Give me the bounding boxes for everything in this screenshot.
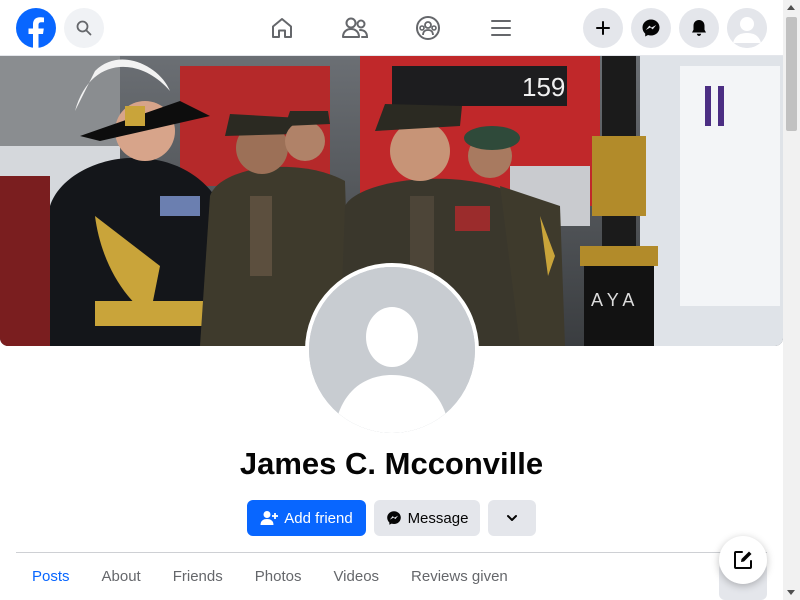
search-icon [76,20,92,36]
search-button[interactable] [64,8,104,48]
add-friend-label: Add friend [284,509,353,527]
message-button[interactable]: Message [374,500,480,536]
profile-name: James C. Mcconville [239,446,544,481]
create-button[interactable] [583,8,623,48]
lamp-post-letters: A Y A [591,290,634,310]
plus-icon [596,21,610,35]
tab-photos[interactable]: Photos [239,553,318,600]
scroll-up-arrow-icon[interactable] [787,5,795,10]
message-label: Message [407,509,469,527]
nav-menu[interactable] [485,12,517,44]
menu-icon [491,20,511,36]
page-scrollbar[interactable] [783,0,800,600]
profile-picture-image [309,267,475,433]
messenger-button[interactable] [631,8,671,48]
profile-page: 159 A Y A James C. Mcconville Add friend… [0,0,800,600]
default-profile-silhouette-icon [309,267,475,433]
groups-icon [416,16,440,40]
friends-icon [342,17,369,38]
home-icon [272,18,292,38]
profile-picture[interactable] [305,263,479,437]
bell-icon [692,20,706,36]
messenger-icon [642,19,660,37]
tab-posts[interactable]: Posts [16,553,86,600]
tab-friends[interactable]: Friends [157,553,239,600]
chevron-down-icon [507,515,517,521]
top-navigation-bar [0,0,783,56]
scroll-down-arrow-icon[interactable] [787,590,795,595]
facebook-logo-icon[interactable] [16,8,56,48]
bus-route-number: 159 [522,72,565,102]
tab-videos[interactable]: Videos [317,553,395,600]
add-friend-button[interactable]: Add friend [247,500,366,536]
nav-home[interactable] [266,12,298,44]
default-avatar-icon [727,8,767,48]
add-friend-icon [260,510,279,526]
compose-icon [734,551,752,569]
notifications-button[interactable] [679,8,719,48]
nav-friends[interactable] [339,12,371,44]
nav-groups[interactable] [412,12,444,44]
scrollbar-thumb[interactable] [786,17,797,131]
messenger-icon [386,510,402,526]
profile-tabs: Posts About Friends Photos Videos Review… [16,553,524,600]
account-avatar[interactable] [727,8,767,48]
more-actions-button[interactable] [488,500,536,536]
new-message-button[interactable] [719,536,767,584]
tab-reviews-given[interactable]: Reviews given [395,553,524,600]
tab-about[interactable]: About [86,553,157,600]
